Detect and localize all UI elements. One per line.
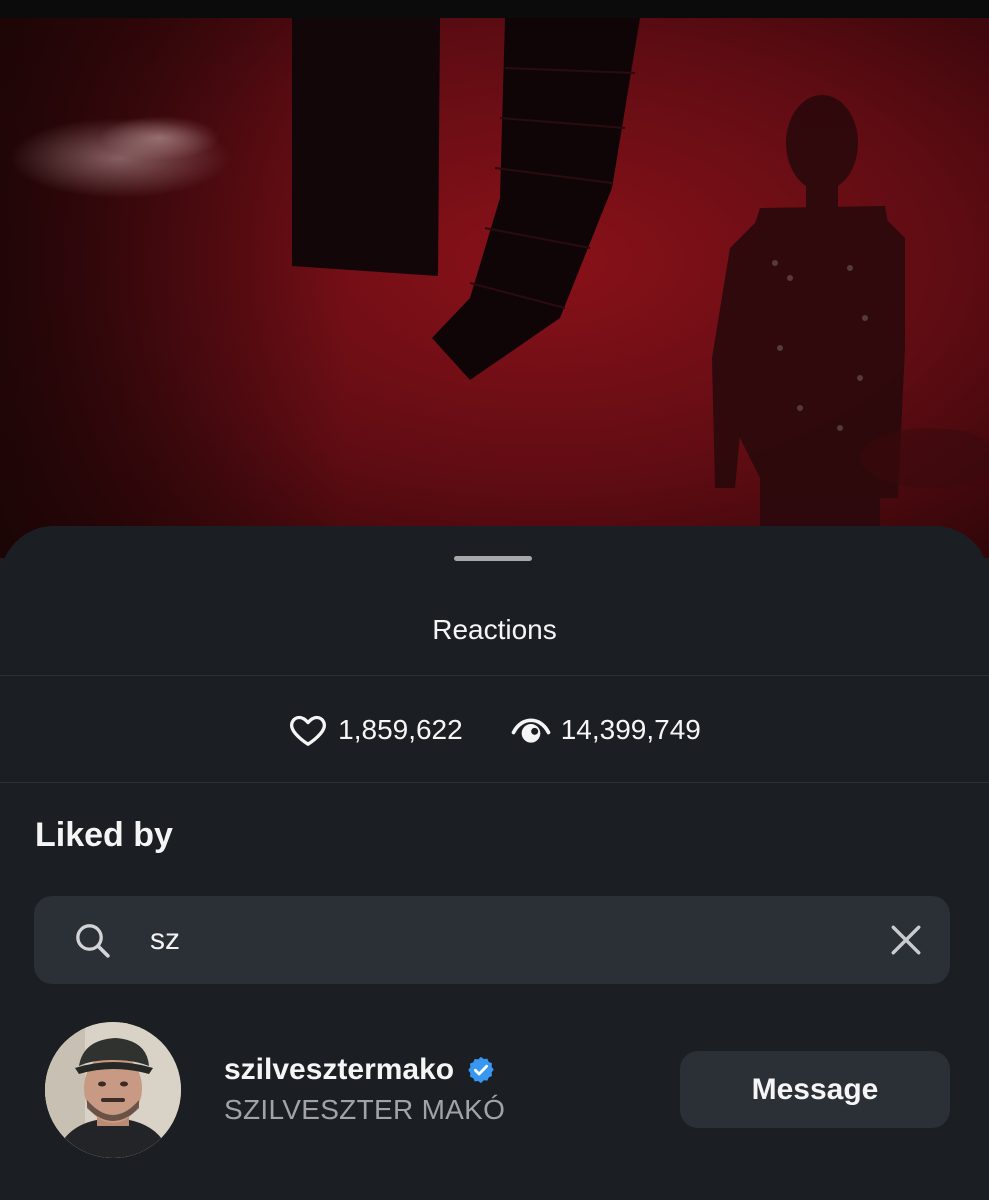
username[interactable]: szilvesztermako xyxy=(224,1052,454,1088)
likes-stat[interactable]: 1,859,622 xyxy=(288,710,463,750)
close-icon[interactable] xyxy=(889,923,923,957)
username-line: szilvesztermako xyxy=(224,1052,496,1088)
post-media[interactable] xyxy=(0,18,989,558)
divider xyxy=(0,675,989,676)
reaction-stats: 1,859,622 14,399,749 xyxy=(0,708,989,752)
verified-badge-icon xyxy=(468,1056,494,1084)
search-input[interactable] xyxy=(150,914,850,966)
stage-photo xyxy=(0,18,989,558)
sheet-drag-handle[interactable] xyxy=(454,556,532,561)
full-name: SZILVESZTER MAKÓ xyxy=(224,1094,506,1125)
reactions-screen: Reactions 1,859,622 14,399,749 Liked by xyxy=(0,0,989,1200)
avatar-image xyxy=(45,1022,181,1158)
divider xyxy=(0,782,989,783)
eye-icon xyxy=(511,718,551,743)
search-field[interactable] xyxy=(34,896,950,984)
list-item[interactable]: szilvesztermako SZILVESZTER MAKÓ Message xyxy=(0,1020,989,1160)
search-icon xyxy=(76,924,110,958)
views-count: 14,399,749 xyxy=(560,714,701,745)
heart-outline-icon xyxy=(290,715,327,746)
reactions-sheet: Reactions 1,859,622 14,399,749 Liked by xyxy=(0,526,989,1200)
sheet-title: Reactions xyxy=(432,614,557,645)
status-bar xyxy=(0,0,989,18)
avatar[interactable] xyxy=(45,1022,181,1158)
message-button[interactable]: Message xyxy=(680,1051,950,1128)
views-stat: 14,399,749 xyxy=(511,710,701,750)
likes-count: 1,859,622 xyxy=(338,714,463,745)
liked-by-heading: Liked by xyxy=(35,816,173,854)
